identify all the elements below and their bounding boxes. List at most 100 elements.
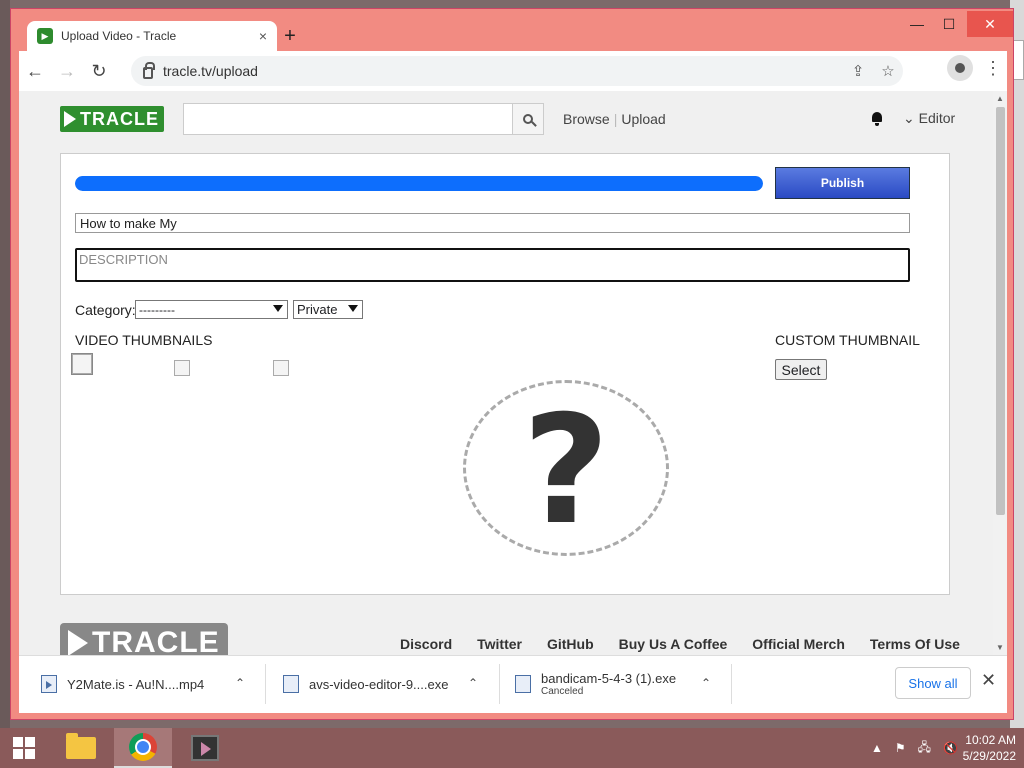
tray-expand-icon[interactable]: ▲ — [871, 741, 883, 755]
file-explorer-taskbar-button[interactable] — [52, 728, 110, 768]
upload-card: Publish Category: --------- Private VIDE… — [60, 153, 950, 595]
category-selected-value: --------- — [139, 302, 175, 317]
start-button[interactable] — [0, 728, 48, 768]
network-icon[interactable]: 🖧 — [918, 738, 931, 759]
chrome-taskbar-button[interactable] — [114, 728, 172, 768]
video-editor-taskbar-button[interactable] — [176, 728, 234, 768]
scrollbar-thumb[interactable] — [996, 107, 1005, 515]
tracle-logo[interactable]: TRACLE — [60, 106, 164, 132]
bookmark-star-icon[interactable]: ☆ — [873, 62, 903, 80]
question-mark-icon: ? — [522, 384, 610, 558]
chevron-up-icon[interactable]: ⌃ — [701, 676, 711, 690]
minimize-button[interactable]: — — [901, 11, 933, 37]
chevron-down-icon — [348, 305, 358, 312]
forward-arrow-icon[interactable]: → — [51, 55, 83, 87]
scroll-up-icon[interactable]: ▲ — [996, 94, 1004, 103]
play-logo-icon — [68, 630, 88, 655]
upload-progress-bar — [75, 176, 763, 191]
page-viewport: TRACLE Browse|Upload ⌄ Editor Publish Ca… — [19, 91, 1007, 655]
lock-icon[interactable] — [143, 62, 155, 79]
installer-file-icon — [515, 675, 531, 693]
site-nav: Browse | Upload — [563, 111, 666, 127]
close-downloads-bar-icon[interactable]: ✕ — [981, 670, 996, 691]
url-text[interactable]: tracle.tv/upload — [163, 63, 258, 79]
footer-link-terms-of-use[interactable]: Terms Of Use — [870, 636, 960, 652]
footer-links: Discord Twitter GitHub Buy Us A Coffee O… — [400, 636, 960, 652]
footer-tracle-logo[interactable]: TRACLE — [60, 623, 228, 655]
back-arrow-icon[interactable]: ← — [19, 55, 51, 87]
address-bar[interactable]: tracle.tv/upload ⇪ ☆ — [131, 56, 903, 86]
privacy-select[interactable]: Private — [293, 300, 363, 319]
nav-upload-link[interactable]: Upload — [621, 111, 665, 127]
new-tab-button[interactable]: + — [279, 25, 301, 48]
footer-link-discord[interactable]: Discord — [400, 636, 452, 652]
footer-link-twitter[interactable]: Twitter — [477, 636, 522, 652]
download-file-name: Y2Mate.is - Au!N....mp4 — [67, 676, 205, 692]
chevron-down-icon — [273, 305, 283, 312]
installer-file-icon — [283, 675, 299, 693]
reload-icon[interactable]: ↻ — [83, 55, 115, 87]
desktop-background-left — [0, 0, 10, 728]
close-window-button[interactable]: ✕ — [967, 11, 1013, 37]
nav-separator: | — [613, 111, 618, 127]
search-input[interactable] — [183, 103, 513, 135]
tab-upload-video[interactable]: ▶ Upload Video - Tracle × — [27, 21, 277, 51]
search-icon — [523, 114, 533, 124]
video-title-input[interactable] — [75, 213, 910, 233]
download-item-y2mate[interactable]: Y2Mate.is - Au!N....mp4 — [41, 668, 204, 700]
video-thumbnails-heading: VIDEO THUMBNAILS — [75, 332, 213, 348]
download-divider — [499, 664, 500, 704]
title-bar: ▶ Upload Video - Tracle × + — ☐ ✕ — [11, 9, 1013, 51]
scroll-down-icon[interactable]: ▼ — [996, 643, 1004, 652]
custom-thumbnail-heading: CUSTOM THUMBNAIL — [775, 332, 920, 348]
publish-button[interactable]: Publish — [775, 167, 910, 199]
tracle-favicon-icon: ▶ — [37, 28, 53, 44]
maximize-button[interactable]: ☐ — [933, 11, 965, 37]
downloads-bar: Y2Mate.is - Au!N....mp4 ⌃ avs-video-edit… — [19, 655, 1007, 713]
tab-close-icon[interactable]: × — [259, 28, 267, 44]
video-thumbnail-2[interactable] — [174, 360, 190, 376]
download-status: Canceled — [541, 686, 584, 697]
upload-progress-fill — [75, 176, 763, 191]
footer-link-buy-us-a-coffee[interactable]: Buy Us A Coffee — [619, 636, 728, 652]
select-custom-thumbnail-button[interactable]: Select — [775, 359, 827, 380]
footer-link-github[interactable]: GitHub — [547, 636, 594, 652]
footer-logo-text: TRACLE — [92, 626, 220, 655]
site-header: TRACLE Browse | Upload ⌄ Editor — [60, 103, 960, 139]
download-divider — [731, 664, 732, 704]
video-thumbnail-1[interactable] — [72, 354, 92, 374]
chrome-icon — [129, 733, 157, 761]
chevron-up-icon[interactable]: ⌃ — [468, 676, 478, 690]
profile-avatar-icon[interactable] — [947, 55, 973, 81]
taskbar-clock[interactable]: 10:02 AM 5/29/2022 — [963, 732, 1016, 764]
tab-title: Upload Video - Tracle — [61, 29, 177, 43]
browser-menu-icon[interactable]: ⋮ — [983, 58, 1003, 79]
windows-logo-icon — [13, 737, 35, 759]
download-divider — [265, 664, 266, 704]
nav-browse-link[interactable]: Browse — [563, 111, 610, 127]
film-icon — [191, 735, 219, 761]
notification-bell-icon[interactable] — [870, 111, 884, 126]
video-file-icon — [41, 675, 57, 693]
user-menu-editor[interactable]: ⌄ Editor — [903, 110, 955, 127]
download-file-name: avs-video-editor-9....exe — [309, 676, 449, 692]
download-item-bandicam[interactable]: bandicam-5-4-3 (1).exe Canceled — [515, 668, 676, 700]
category-select[interactable]: --------- — [135, 300, 288, 319]
footer-link-official-merch[interactable]: Official Merch — [752, 636, 845, 652]
category-label: Category: — [75, 302, 136, 318]
page-scrollbar[interactable]: ▲ ▼ — [993, 91, 1007, 655]
share-icon[interactable]: ⇪ — [843, 62, 873, 80]
video-thumbnail-3[interactable] — [273, 360, 289, 376]
description-textarea[interactable] — [75, 248, 910, 282]
system-tray: ▲ ⚑ 🖧 🔇 — [865, 728, 964, 768]
play-logo-icon — [64, 111, 76, 127]
thumbnail-placeholder: ? — [463, 380, 669, 556]
download-item-avs[interactable]: avs-video-editor-9....exe — [283, 668, 448, 700]
show-all-downloads-button[interactable]: Show all — [895, 667, 971, 699]
clock-time: 10:02 AM — [965, 733, 1016, 747]
volume-muted-icon[interactable]: 🔇 — [943, 741, 958, 755]
chevron-up-icon[interactable]: ⌃ — [235, 676, 245, 690]
folder-icon — [66, 733, 96, 759]
search-button[interactable] — [512, 103, 544, 135]
action-center-flag-icon[interactable]: ⚑ — [895, 741, 906, 755]
